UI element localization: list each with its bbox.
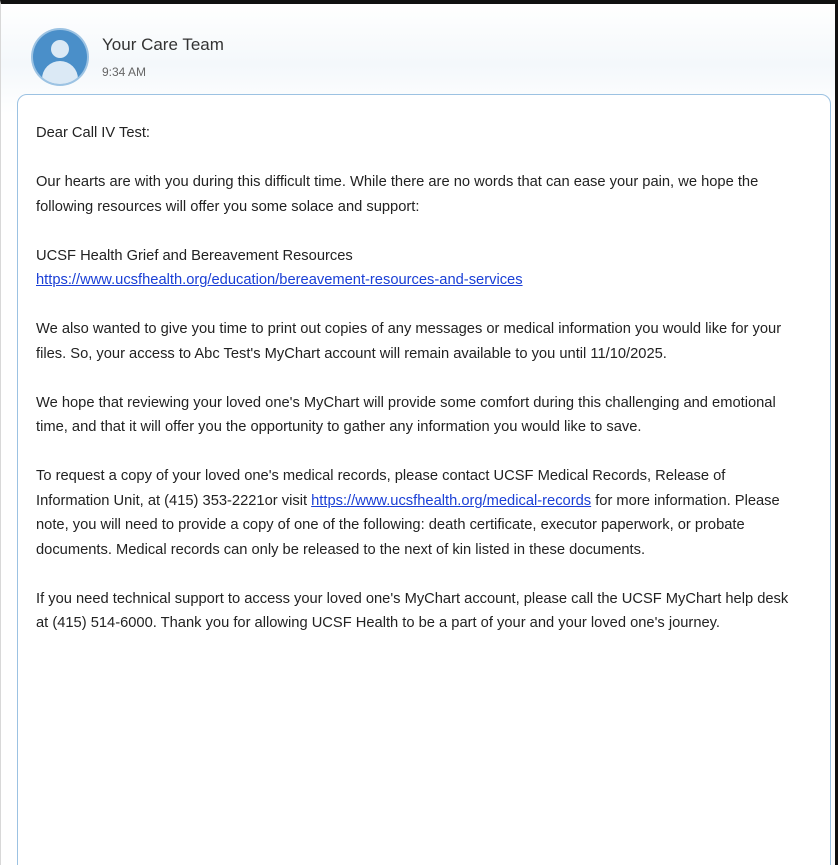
message-window: Your Care Team 9:34 AM Dear Call IV Test…: [0, 0, 838, 865]
message-header: Your Care Team 9:34 AM: [1, 4, 835, 94]
paragraph-access: We also wanted to give you time to print…: [36, 321, 782, 362]
paragraph-records: To request a copy of your loved one's me…: [36, 464, 796, 562]
resource-title: UCSF Health Grief and Bereavement Resour…: [36, 247, 353, 264]
greeting: Dear Call IV Test:: [36, 125, 151, 141]
paragraph-support: If you need technical support to access …: [36, 590, 789, 632]
bereavement-resources-link[interactable]: https://www.ucsfhealth.org/education/ber…: [36, 272, 523, 288]
paragraph-comfort: We hope that reviewing your loved one's …: [36, 394, 776, 436]
message-time: 9:34 AM: [102, 65, 147, 79]
person-icon: [33, 30, 87, 84]
paragraph-condolence: Our hearts are with you during this diff…: [36, 174, 759, 215]
avatar-body: [42, 61, 78, 84]
message-body: Dear Call IV Test: Our hearts are with y…: [36, 121, 796, 660]
avatar-head: [51, 40, 69, 58]
paragraph-resources: UCSF Health Grief and Bereavement Resour…: [36, 244, 796, 293]
sender-name: Your Care Team: [102, 35, 224, 54]
medical-records-link[interactable]: https://www.ucsfhealth.org/medical-recor…: [311, 493, 591, 509]
